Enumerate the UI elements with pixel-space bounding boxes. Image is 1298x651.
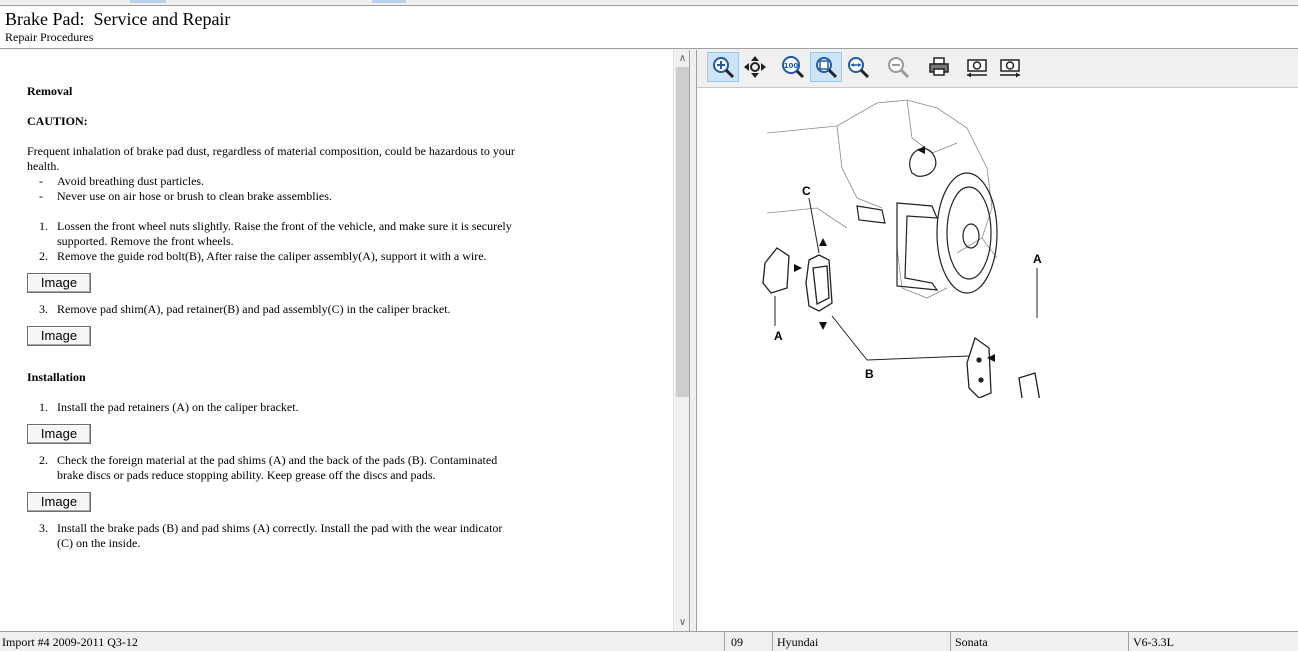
status-make: Hyundai	[772, 632, 950, 651]
step-item: 1. Lossen the front wheel nuts slightly. …	[27, 219, 517, 249]
status-year: 09	[724, 632, 772, 651]
image-button[interactable]: Image	[27, 326, 91, 346]
zoom-out-icon	[888, 57, 910, 79]
zoom-in-tool[interactable]	[707, 52, 739, 82]
removal-steps: 1. Lossen the front wheel nuts slightly. …	[27, 219, 517, 264]
svg-text:100: 100	[784, 62, 799, 70]
top-tab-indicator	[372, 0, 406, 3]
step-item: 3. Install the brake pads (B) and pad shi…	[27, 521, 517, 551]
previous-image-tool[interactable]	[961, 52, 993, 82]
image-button[interactable]: Image	[27, 492, 91, 512]
page-title: Brake Pad: Service and Repair	[5, 9, 231, 29]
step-text: Install the pad retainers (A) on the cal…	[57, 400, 299, 414]
zoom-fit-tool[interactable]	[810, 52, 842, 82]
print-tool[interactable]	[923, 52, 955, 82]
step-number: 3.	[39, 521, 48, 535]
camera-previous-icon	[967, 59, 987, 78]
list-item-text: Never use on air hose or brush to clean …	[57, 189, 332, 203]
status-bar: Import #4 2009-2011 Q3-12 09 Hyundai Son…	[0, 631, 1298, 651]
pan-move-icon	[744, 56, 766, 78]
callout-label-b: B	[865, 367, 874, 381]
zoom-in-icon	[713, 57, 735, 79]
image-button[interactable]: Image	[27, 424, 91, 444]
step-text: Lossen the front wheel nuts slightly. Ra…	[57, 219, 512, 248]
pan-tool[interactable]	[739, 52, 771, 82]
removal-heading: Removal	[27, 84, 73, 98]
step-text: Check the foreign material at the pad sh…	[57, 453, 498, 482]
zoom-width-icon	[848, 57, 870, 79]
brake-pad-diagram: C A B A	[762, 99, 1042, 398]
document-header: Brake Pad: Service and Repair Repair Pro…	[0, 6, 1298, 49]
image-toolbar: 100	[697, 50, 1298, 88]
rotor-hub	[856, 147, 998, 294]
installation-steps: 1. Install the pad retainers (A) on the c…	[27, 400, 517, 415]
status-engine: V6-3.3L	[1128, 632, 1298, 651]
step-number: 2.	[39, 249, 48, 263]
status-source: Import #4 2009-2011 Q3-12	[2, 635, 138, 649]
top-tab-indicator	[130, 0, 166, 3]
installation-steps-cont: 2. Check the foreign material at the pad …	[27, 453, 517, 483]
page-subtitle: Repair Procedures	[5, 30, 94, 44]
zoom-100-icon: 100	[782, 56, 805, 79]
zoom-100-tool[interactable]: 100	[777, 52, 809, 82]
image-button[interactable]: Image	[27, 273, 91, 293]
pad-right	[966, 336, 1041, 398]
pad-left	[762, 247, 833, 312]
step-text: Remove the guide rod bolt(B), After rais…	[57, 249, 487, 263]
step-number: 1.	[39, 219, 48, 233]
image-viewer-pane: 100 C A B A	[696, 50, 1298, 631]
vertical-scrollbar[interactable]: ∧ ∨	[673, 50, 689, 631]
step-item: 2. Remove the guide rod bolt(B), After ra…	[27, 249, 517, 264]
step-text: Install the brake pads (B) and pad shims…	[57, 521, 503, 550]
knuckle-outline	[766, 99, 998, 299]
next-image-tool[interactable]	[994, 52, 1026, 82]
zoom-out-tool[interactable]	[882, 52, 914, 82]
step-item: 3. Remove pad shim(A), pad retainer(B) an…	[27, 302, 517, 317]
status-model: Sonata	[950, 632, 1128, 651]
step-item: 2. Check the foreign material at the pad …	[27, 453, 517, 483]
caution-text: Frequent inhalation of brake pad dust, r…	[27, 144, 515, 173]
callout-label-a: A	[1033, 252, 1042, 266]
installation-heading: Installation	[27, 370, 86, 384]
list-item: - Avoid breathing dust particles.	[27, 174, 517, 189]
list-marker: -	[39, 174, 43, 188]
callout-label-a: A	[774, 329, 783, 343]
zoom-fit-icon	[816, 57, 838, 79]
caution-heading: CAUTION:	[27, 114, 88, 128]
list-item: - Never use on air hose or brush to clean…	[27, 189, 517, 204]
removal-steps-cont: 3. Remove pad shim(A), pad retainer(B) an…	[27, 302, 517, 317]
zoom-width-tool[interactable]	[842, 52, 874, 82]
step-number: 3.	[39, 302, 48, 316]
installation-steps-cont2: 3. Install the brake pads (B) and pad shi…	[27, 521, 517, 551]
step-text: Remove pad shim(A), pad retainer(B) and …	[57, 302, 451, 316]
caution-list: - Avoid breathing dust particles. - Never …	[27, 174, 517, 204]
document-content: Removal CAUTION: Frequent inhalation of …	[27, 84, 517, 551]
step-number: 2.	[39, 453, 48, 467]
callout-label-c: C	[802, 184, 811, 198]
list-item-text: Avoid breathing dust particles.	[57, 174, 205, 188]
document-pane: Removal CAUTION: Frequent inhalation of …	[0, 50, 690, 631]
printer-icon	[929, 57, 949, 76]
step-item: 1. Install the pad retainers (A) on the c…	[27, 400, 517, 415]
scroll-up-arrow-icon[interactable]: ∧	[674, 50, 689, 67]
scroll-down-arrow-icon[interactable]: ∨	[674, 614, 689, 631]
step-number: 1.	[39, 400, 48, 414]
camera-next-icon	[1000, 59, 1020, 78]
list-marker: -	[39, 189, 43, 203]
direction-arrows	[794, 146, 995, 362]
scrollbar-thumb[interactable]	[676, 67, 689, 397]
